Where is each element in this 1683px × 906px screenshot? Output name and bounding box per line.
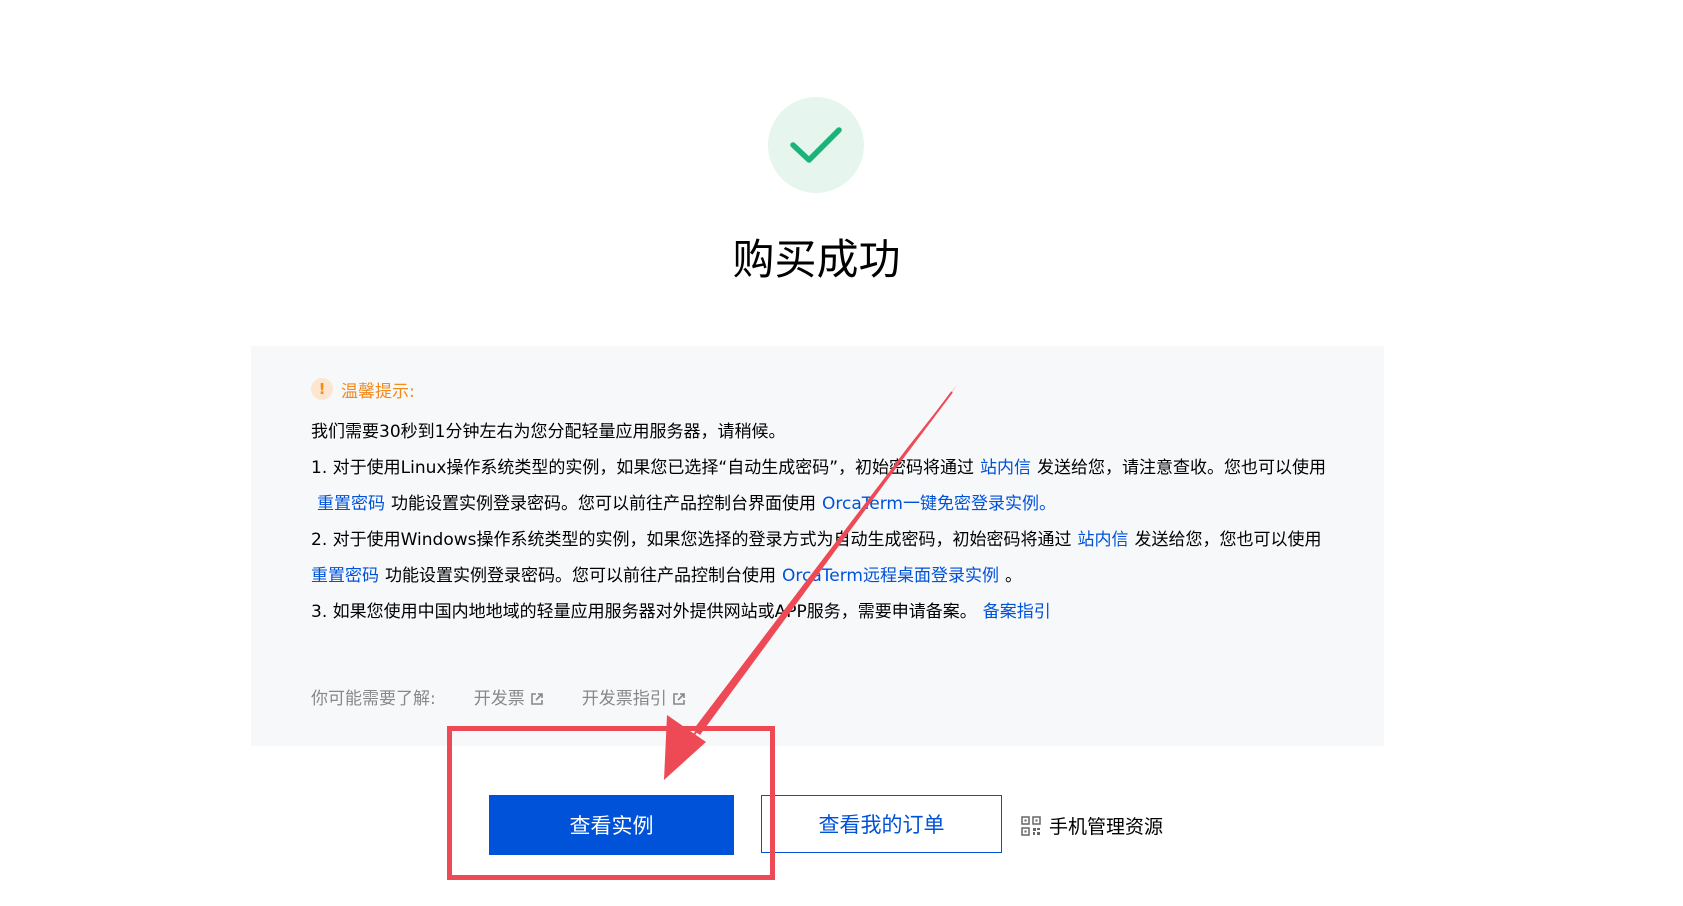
reset-password-link[interactable]: 重置密码 <box>317 494 385 514</box>
tips-item-linux: 1. 对于使用Linux操作系统类型的实例，如果您已选择“自动生成密码”，初始密… <box>311 450 1331 522</box>
external-link-icon <box>672 693 685 705</box>
view-instance-button[interactable]: 查看实例 <box>489 795 734 855</box>
tips-title: 温馨提示: <box>341 381 415 402</box>
invoice-link-label: 开发票 <box>473 689 525 709</box>
tips-header: ! 温馨提示: <box>311 376 415 402</box>
tips-text: 。 <box>1038 494 1056 514</box>
success-icon <box>768 97 864 193</box>
invoice-guide-link-label: 开发票指引 <box>581 689 667 709</box>
site-message-link[interactable]: 站内信 <box>1078 530 1129 550</box>
exclamation-icon: ! <box>311 378 333 400</box>
mobile-manage-link[interactable]: 手机管理资源 <box>1021 812 1163 839</box>
qr-code-icon <box>1021 815 1041 836</box>
view-orders-button[interactable]: 查看我的订单 <box>761 795 1002 853</box>
tips-text: 发送给您，您也可以使用 <box>1134 530 1322 550</box>
tips-text: 1. 对于使用Linux操作系统类型的实例，如果您已选择“自动生成密码”，初始密… <box>311 458 975 478</box>
tips-text: 发送给您，请注意查收。您也可以使用 <box>1037 458 1327 478</box>
tips-item-windows: 2. 对于使用Windows操作系统类型的实例，如果您选择的登录方式为自动生成密… <box>311 522 1331 594</box>
tips-panel: ! 温馨提示: 我们需要30秒到1分钟左右为您分配轻量应用服务器，请稍候。 1.… <box>251 346 1384 746</box>
tips-item-filing: 3. 如果您使用中国内地地域的轻量应用服务器对外提供网站或APP服务，需要申请备… <box>311 594 1331 630</box>
filing-guide-link[interactable]: 备案指引 <box>983 602 1051 622</box>
page-title: 购买成功 <box>732 235 901 284</box>
reset-password-link[interactable]: 重置密码 <box>311 566 379 586</box>
tips-text: 功能设置实例登录密码。您可以前往产品控制台使用 <box>385 566 776 586</box>
learn-more-label: 你可能需要了解: <box>311 689 436 709</box>
tips-body: 我们需要30秒到1分钟左右为您分配轻量应用服务器，请稍候。 1. 对于使用Lin… <box>311 414 1331 630</box>
external-link-icon <box>530 693 543 705</box>
check-icon <box>790 127 842 163</box>
invoice-link[interactable]: 开发票 <box>474 686 544 712</box>
orcaterm-login-link[interactable]: OrcaTerm一键免密登录实例 <box>822 494 1039 514</box>
tips-text: 功能设置实例登录密码。您可以前往产品控制台界面使用 <box>391 494 816 514</box>
tips-intro: 我们需要30秒到1分钟左右为您分配轻量应用服务器，请稍候。 <box>311 422 786 442</box>
invoice-guide-link[interactable]: 开发票指引 <box>582 686 686 712</box>
mobile-manage-label: 手机管理资源 <box>1049 816 1164 838</box>
learn-more: 你可能需要了解: 开发票 开发票指引 <box>311 686 686 712</box>
orcaterm-remote-desktop-link[interactable]: OrcaTerm远程桌面登录实例 <box>782 566 999 586</box>
tips-text: 。 <box>1004 566 1022 586</box>
tips-text: 3. 如果您使用中国内地地域的轻量应用服务器对外提供网站或APP服务，需要申请备… <box>311 602 977 622</box>
tips-text: 2. 对于使用Windows操作系统类型的实例，如果您选择的登录方式为自动生成密… <box>311 530 1072 550</box>
site-message-link[interactable]: 站内信 <box>980 458 1031 478</box>
